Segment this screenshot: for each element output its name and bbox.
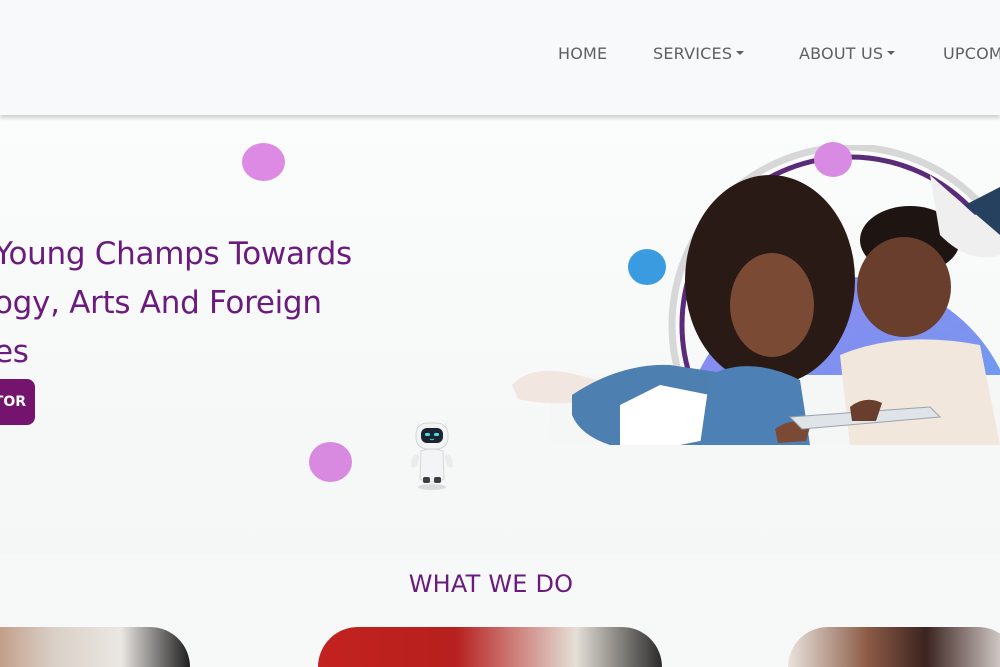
hero-children-illustration: [512, 145, 1000, 445]
decorative-dot: [242, 143, 285, 181]
nav-home-link[interactable]: HOME: [558, 44, 607, 63]
what-we-do-heading: WHAT WE DO: [408, 570, 574, 598]
caret-down-icon: [887, 50, 896, 55]
top-navbar: HOME SERVICES ABOUT US UPCOM: [0, 0, 1000, 115]
nav-about-dropdown[interactable]: ABOUT US: [799, 44, 896, 63]
headline-line: Young Champs Towards: [0, 236, 352, 272]
nav-about-label: ABOUT US: [799, 44, 884, 63]
headline-line: ogy, Arts And Foreign: [0, 285, 322, 321]
nav-home-label: HOME: [558, 44, 608, 63]
hero-cta-button[interactable]: TOR: [0, 379, 35, 425]
hero-headline: Young Champs Towards ogy, Arts And Forei…: [0, 230, 414, 377]
service-card-image[interactable]: [318, 627, 662, 667]
nav-upcoming-label: UPCOM: [943, 44, 1000, 63]
hero-section: Young Champs Towards ogy, Arts And Forei…: [0, 115, 1000, 555]
decorative-dot: [814, 142, 852, 177]
nav-upcoming-link[interactable]: UPCOM: [943, 44, 1000, 63]
service-card-image[interactable]: [0, 627, 190, 667]
service-card-image[interactable]: [788, 627, 1000, 667]
decorative-dot: [309, 442, 352, 482]
nav-services-label: SERVICES: [653, 44, 733, 63]
headline-line: es: [0, 334, 29, 370]
nav-services-dropdown[interactable]: SERVICES: [653, 44, 745, 63]
robot-mascot-icon: [410, 420, 454, 490]
cta-label: TOR: [0, 394, 26, 410]
decorative-dot: [628, 249, 666, 285]
caret-down-icon: [736, 50, 745, 55]
